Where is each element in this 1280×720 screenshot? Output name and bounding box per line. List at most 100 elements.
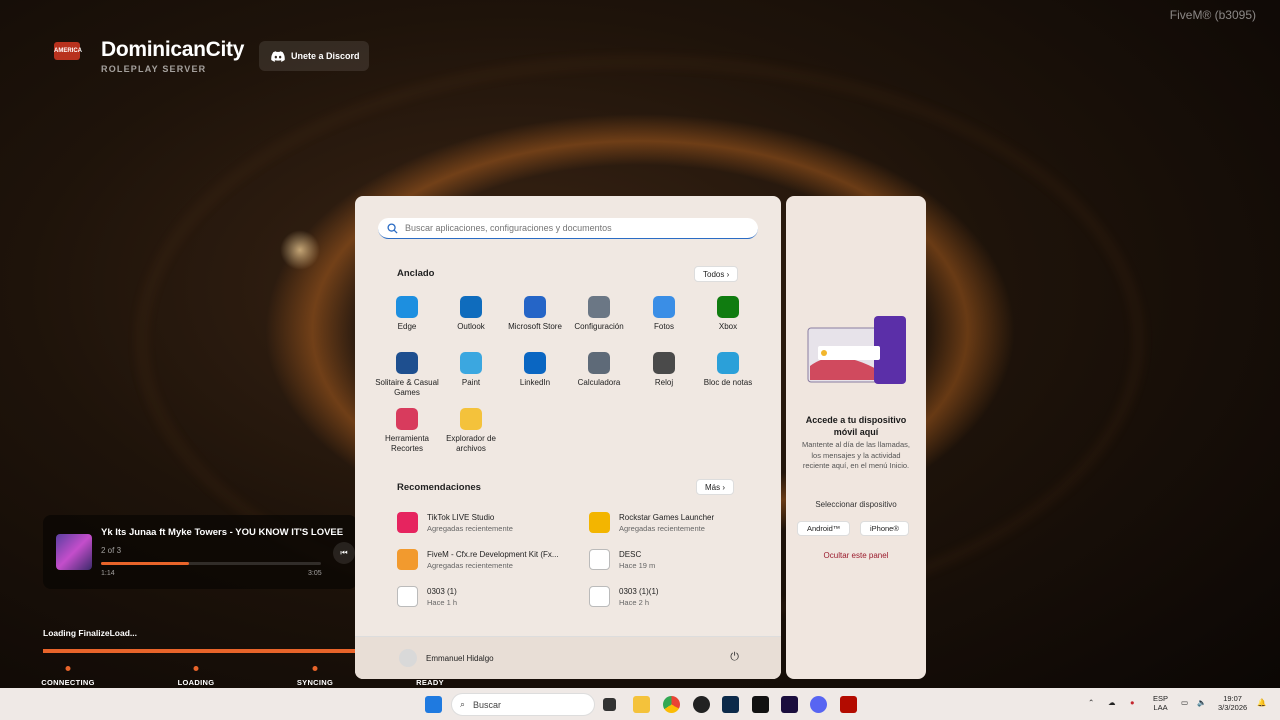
language-code: ESP bbox=[1153, 694, 1169, 703]
album-cover bbox=[56, 534, 92, 570]
all-apps-button[interactable]: Todos › bbox=[694, 266, 739, 282]
pinned-app-outlook[interactable]: Outlook bbox=[439, 296, 503, 332]
outlook-icon bbox=[460, 296, 482, 318]
taskbar-search[interactable]: ⌕ Buscar bbox=[451, 693, 595, 716]
pinned-app-label: Outlook bbox=[457, 322, 485, 331]
volume-icon[interactable]: 🔈 bbox=[1197, 698, 1206, 707]
search-icon bbox=[387, 222, 398, 234]
file-icon bbox=[589, 549, 610, 570]
start-search-box[interactable] bbox=[378, 218, 758, 239]
chrome-icon[interactable] bbox=[663, 696, 680, 713]
video-icon bbox=[589, 586, 610, 607]
previous-track-button[interactable]: ⏮ bbox=[333, 542, 355, 564]
premiere-icon[interactable] bbox=[781, 696, 798, 713]
track-total: 3:05 bbox=[308, 570, 322, 577]
recommended-subtitle: Hace 1 h bbox=[427, 597, 458, 607]
recommended-item[interactable]: TikTok LIVE Studio Agregadas recientement… bbox=[397, 512, 577, 533]
notification-icon[interactable]: 🔔 bbox=[1257, 698, 1266, 707]
start-search-input[interactable] bbox=[405, 223, 735, 233]
pinned-app-folder[interactable]: Explorador de archivos bbox=[439, 408, 503, 454]
fivem-version: FiveM® (b3095) bbox=[1169, 8, 1256, 22]
pinned-app-clock[interactable]: Reloj bbox=[632, 352, 696, 388]
pinned-app-store[interactable]: Microsoft Store bbox=[503, 296, 567, 332]
onedrive-icon[interactable]: ☁ bbox=[1108, 698, 1116, 707]
recommended-item[interactable]: 0303 (1)(1) Hace 2 h bbox=[589, 586, 769, 607]
user-name[interactable]: Emmanuel Hidalgo bbox=[426, 654, 494, 663]
pinned-app-calculator[interactable]: Calculadora bbox=[567, 352, 631, 388]
recommended-name: TikTok LIVE Studio bbox=[427, 512, 495, 522]
stage-loading: LOADING bbox=[177, 678, 215, 687]
recommended-title: Recomendaciones bbox=[397, 482, 481, 493]
capcut-icon[interactable] bbox=[752, 696, 769, 713]
recommended-text: 0303 (1) Hace 1 h bbox=[427, 587, 457, 607]
recommended-text: DESC Hace 19 m bbox=[619, 550, 655, 570]
recommended-name: 0303 (1) bbox=[427, 586, 457, 596]
pinned-app-linkedin[interactable]: LinkedIn bbox=[503, 352, 567, 388]
tiktok-icon bbox=[397, 512, 418, 533]
recommended-item[interactable]: 0303 (1) Hace 1 h bbox=[397, 586, 577, 607]
recommended-item[interactable]: Rockstar Games Launcher Agregadas recient… bbox=[589, 512, 769, 533]
photos-icon bbox=[653, 296, 675, 318]
pinned-app-label: Xbox bbox=[718, 322, 738, 331]
pinned-app-gear[interactable]: Configuración bbox=[567, 296, 631, 332]
pinned-app-photos[interactable]: Fotos bbox=[632, 296, 696, 332]
microphone-icon[interactable]: ● bbox=[1130, 698, 1135, 707]
track-progress-bar[interactable] bbox=[101, 562, 321, 565]
pinned-app-label: Microsoft Store bbox=[508, 322, 562, 331]
recommended-name: FiveM - Cfx.re Development Kit (Fx... bbox=[427, 549, 559, 559]
keyboard-layout: LAA bbox=[1153, 703, 1168, 712]
music-player: Yk Its Junaa ft Myke Towers - YOU KNOW I… bbox=[43, 515, 357, 589]
gear-icon bbox=[588, 296, 610, 318]
recommended-item[interactable]: DESC Hace 19 m bbox=[589, 549, 769, 570]
clock-icon bbox=[653, 352, 675, 374]
power-button[interactable]: ⏻ bbox=[730, 651, 739, 664]
recommended-text: FiveM - Cfx.re Development Kit (Fx... Agr… bbox=[427, 550, 559, 570]
pinned-app-edge[interactable]: Edge bbox=[375, 296, 439, 332]
chevron-up-icon[interactable]: ⌃ bbox=[1088, 698, 1094, 707]
iphone-button[interactable]: iPhone® bbox=[860, 521, 909, 536]
pinned-app-xbox[interactable]: Xbox bbox=[696, 296, 760, 332]
video-icon bbox=[397, 586, 418, 607]
paint-icon bbox=[460, 352, 482, 374]
pinned-app-label: Paint bbox=[461, 378, 481, 387]
stage-connecting: CONNECTING bbox=[41, 678, 95, 687]
recommended-subtitle: Hace 2 h bbox=[619, 597, 650, 607]
clock[interactable]: 19:07 3/3/2026 bbox=[1218, 694, 1247, 712]
recommended-text: Rockstar Games Launcher Agregadas recient… bbox=[619, 513, 714, 533]
pinned-app-notepad[interactable]: Bloc de notas bbox=[696, 352, 760, 388]
pinned-title: Anclado bbox=[397, 268, 435, 279]
fivem-icon bbox=[397, 549, 418, 570]
photoshop-icon[interactable] bbox=[722, 696, 739, 713]
recommended-name: Rockstar Games Launcher bbox=[619, 512, 715, 522]
android-button[interactable]: Android™ bbox=[797, 521, 851, 536]
stage-syncing: SYNCING bbox=[296, 678, 334, 687]
network-icon[interactable]: ▭ bbox=[1181, 698, 1188, 707]
start-menu: Anclado Todos › Edge Outlook Microsoft Sto… bbox=[355, 196, 781, 679]
pinned-app-solitaire[interactable]: Solitaire & Casual Games bbox=[375, 352, 439, 398]
task-view-icon[interactable] bbox=[603, 698, 616, 711]
panel-heading: Accede a tu dispositivo móvil aquí bbox=[805, 415, 907, 437]
acrobat-icon[interactable] bbox=[840, 696, 857, 713]
hide-panel-link[interactable]: Ocultar este panel bbox=[796, 551, 916, 560]
file-explorer-icon[interactable] bbox=[633, 696, 650, 713]
more-button[interactable]: Más › bbox=[696, 479, 735, 495]
avatar[interactable] bbox=[399, 649, 417, 667]
pinned-app-snipping[interactable]: Herramienta Recortes bbox=[375, 408, 439, 454]
all-apps-label: Todos bbox=[703, 270, 725, 279]
track-title: Yk Its Junaa ft Myke Towers - YOU KNOW I… bbox=[101, 527, 344, 538]
recommended-item[interactable]: FiveM - Cfx.re Development Kit (Fx... Agr… bbox=[397, 549, 577, 570]
taskbar-search-label: Buscar bbox=[473, 699, 502, 710]
stage-dot-syncing bbox=[312, 666, 318, 671]
linkedin-icon bbox=[524, 352, 546, 374]
pinned-app-label: Calculadora bbox=[577, 378, 621, 387]
obs-icon[interactable] bbox=[693, 696, 710, 713]
start-footer: Emmanuel Hidalgo ⏻ bbox=[355, 636, 781, 679]
xbox-icon bbox=[717, 296, 739, 318]
language-indicator[interactable]: ESP LAA bbox=[1153, 694, 1168, 712]
discord-button[interactable]: Unete a Discord bbox=[259, 41, 369, 71]
discord-taskbar-icon[interactable] bbox=[810, 696, 827, 713]
pinned-app-paint[interactable]: Paint bbox=[439, 352, 503, 388]
recommended-text: 0303 (1)(1) Hace 2 h bbox=[619, 587, 659, 607]
windows-start-icon[interactable] bbox=[425, 696, 442, 713]
loading-progress-bar bbox=[43, 649, 355, 653]
